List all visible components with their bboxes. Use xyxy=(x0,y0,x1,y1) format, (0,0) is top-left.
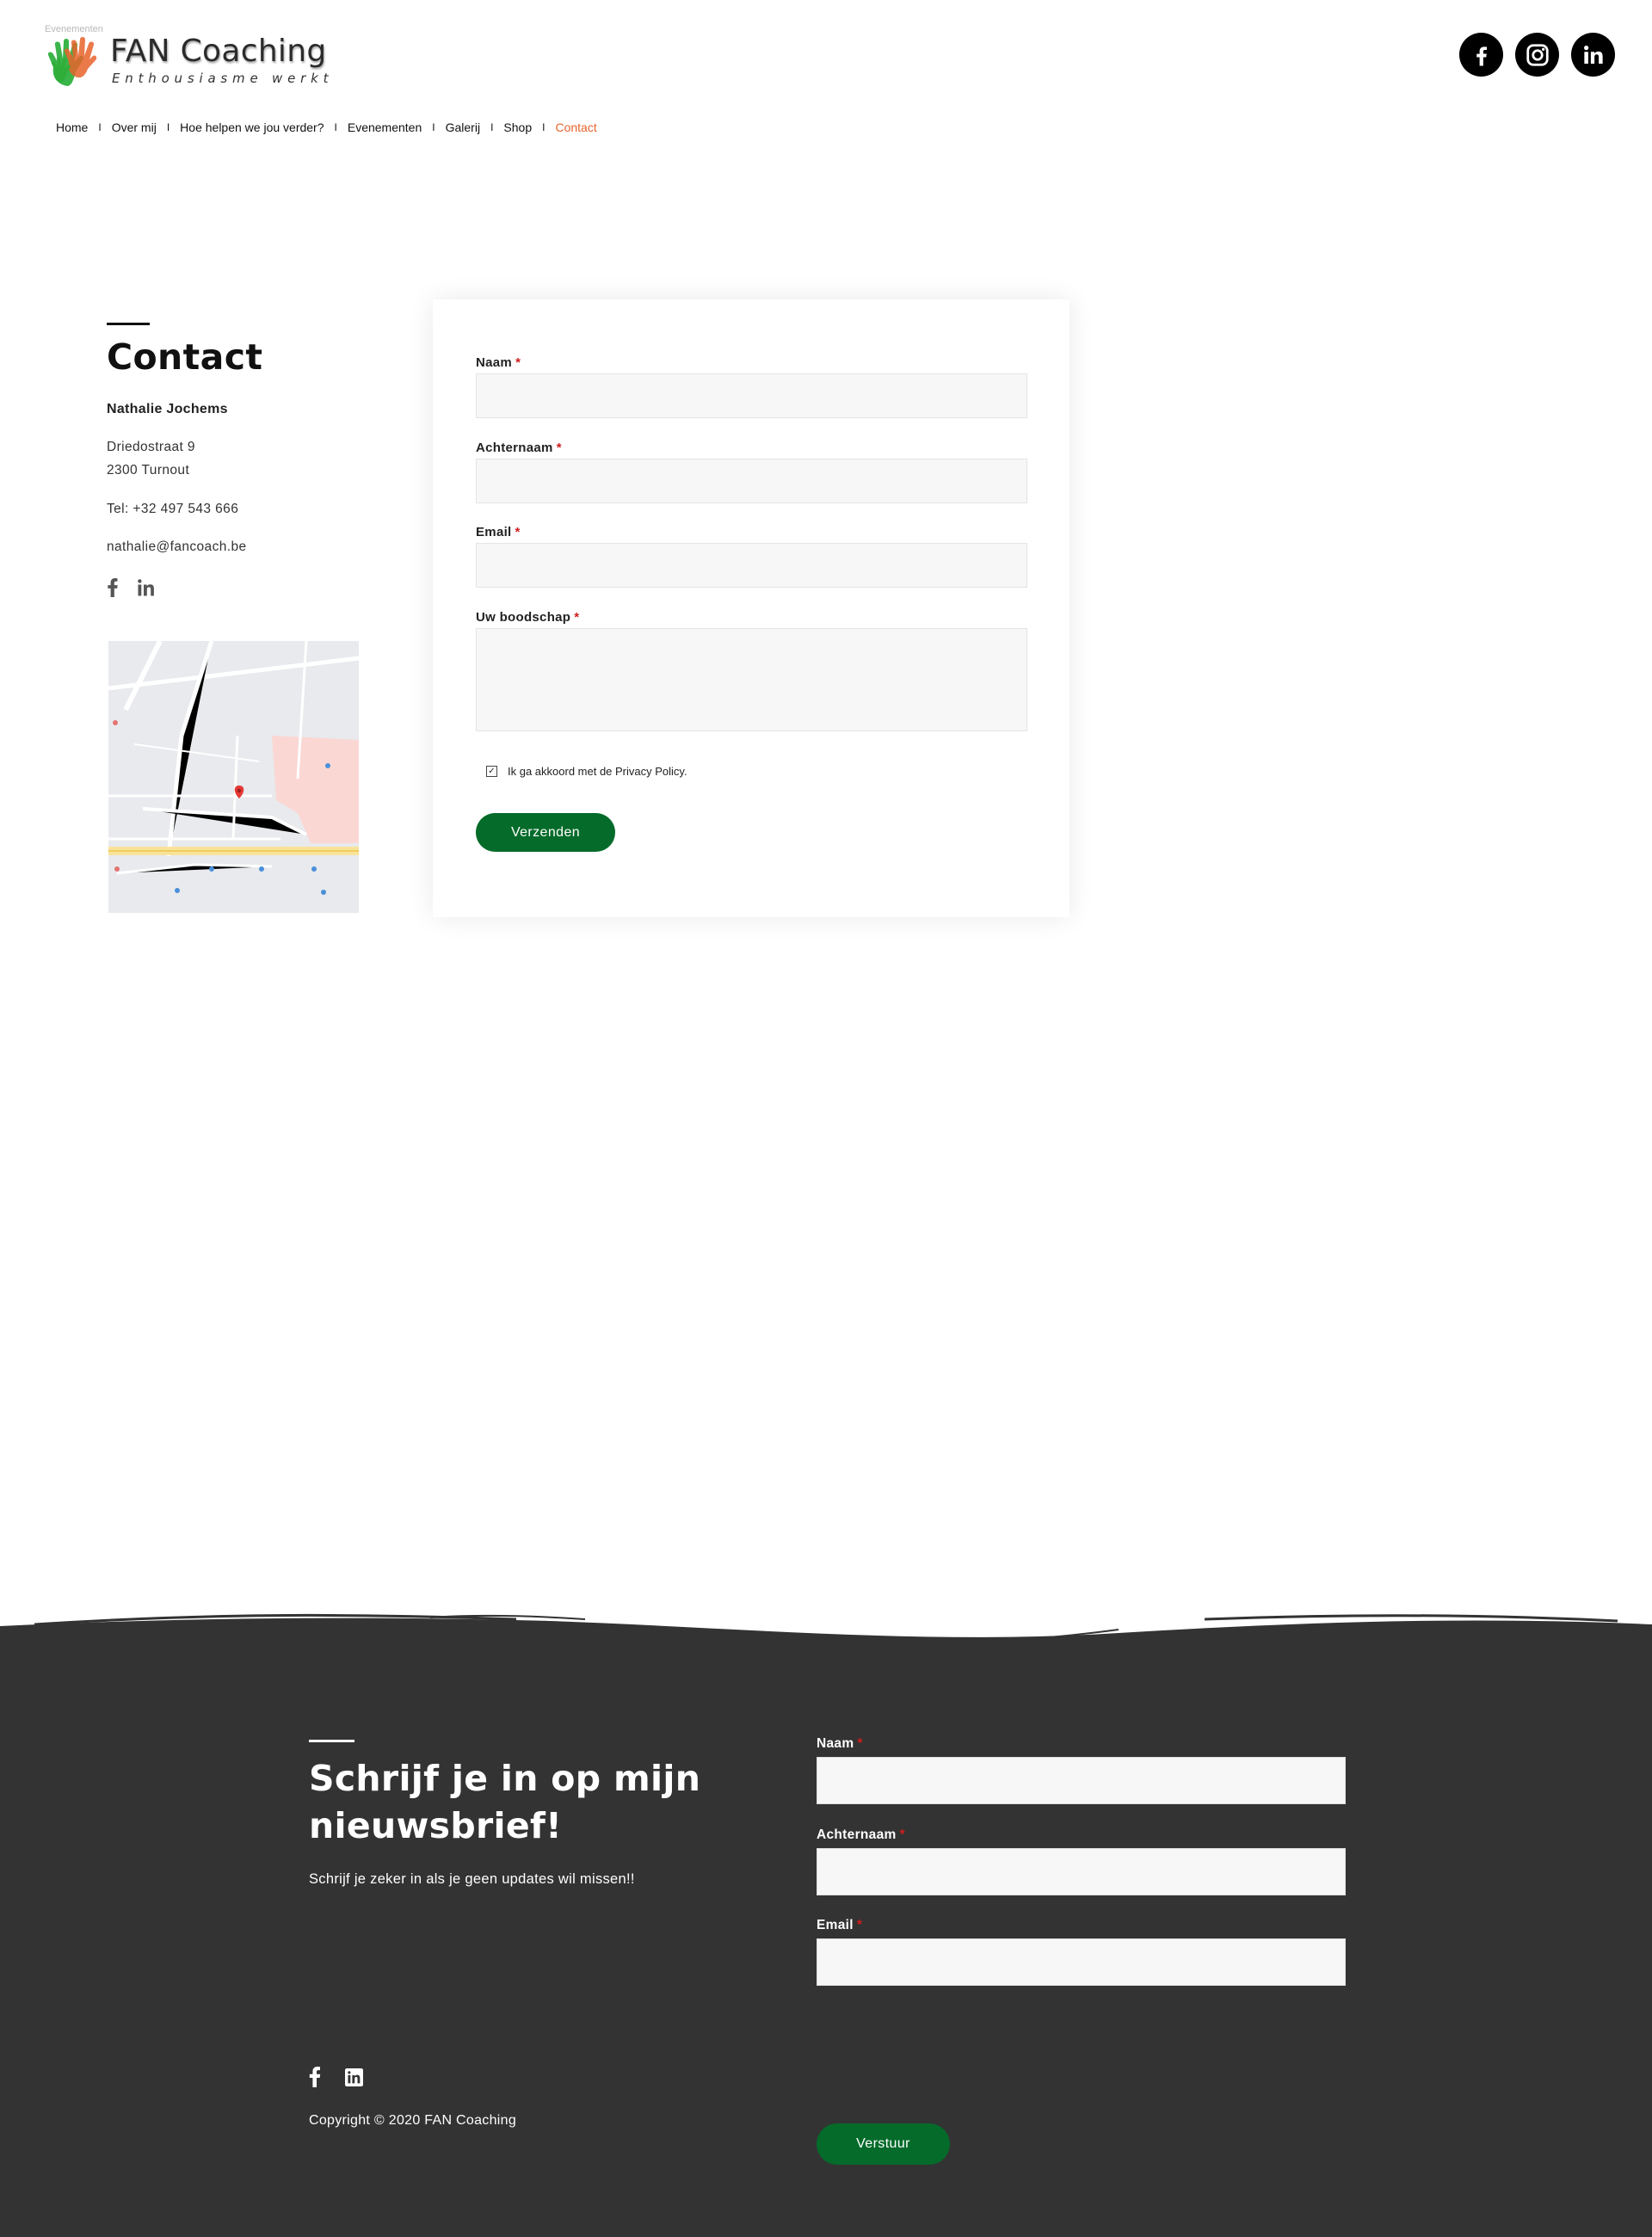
nav-contact[interactable]: Contact xyxy=(555,120,596,134)
logo-tagline: Enthousiasme werkt xyxy=(112,71,334,86)
newsletter-accent-line xyxy=(309,1740,354,1742)
privacy-consent: ✓ Ik ga akkoord met de Privacy Policy. xyxy=(486,765,687,778)
achternaam-input[interactable] xyxy=(476,459,1027,503)
nav-galerij[interactable]: Galerij xyxy=(446,120,480,134)
nav-evenementen[interactable]: Evenementen xyxy=(348,120,422,134)
nav-hoe-helpen[interactable]: Hoe helpen we jou verder? xyxy=(180,120,324,134)
achternaam-label: Achternaam * xyxy=(476,441,562,455)
site-logo[interactable]: FAN Coaching Enthousiasme werkt xyxy=(43,33,333,89)
nav-home[interactable]: Home xyxy=(56,120,88,134)
header-social-links xyxy=(1459,33,1615,77)
nav-over-mij[interactable]: Over mij xyxy=(112,120,157,134)
nav-separator: I xyxy=(432,121,435,133)
main-navigation: Home I Over mij I Hoe helpen we jou verd… xyxy=(56,120,597,134)
linkedin-icon[interactable] xyxy=(345,2068,363,2086)
linkedin-icon[interactable] xyxy=(138,579,155,596)
newsletter-email-label: Email * xyxy=(817,1918,863,1932)
facebook-icon[interactable] xyxy=(309,2067,321,2087)
nav-separator: I xyxy=(490,121,494,133)
contact-info: Contact Nathalie Jochems Driedostraat 9 … xyxy=(107,323,365,597)
newsletter-email-input[interactable] xyxy=(817,1938,1346,1986)
newsletter-title: Schrijf je in op mijn nieuwsbrief! xyxy=(309,1758,701,1846)
privacy-label[interactable]: Ik ga akkoord met de Privacy Policy. xyxy=(508,765,687,778)
nav-shop[interactable]: Shop xyxy=(503,120,532,134)
newsletter-achternaam-label: Achternaam * xyxy=(817,1827,905,1842)
message-textarea[interactable] xyxy=(476,628,1027,731)
copyright-text: Copyright © 2020 FAN Coaching xyxy=(309,2113,517,2128)
instagram-icon[interactable] xyxy=(1515,33,1559,77)
newsletter-achternaam-input[interactable] xyxy=(817,1848,1346,1895)
map-graphic xyxy=(108,641,359,913)
newsletter-submit-button[interactable]: Verstuur xyxy=(817,2123,950,2165)
nav-separator: I xyxy=(334,121,337,133)
page-title: Contact xyxy=(107,336,263,378)
privacy-checkbox[interactable]: ✓ xyxy=(486,766,497,777)
newsletter-subtitle: Schrijf je zeker in als je geen updates … xyxy=(309,1871,635,1887)
footer-social-links xyxy=(309,2067,363,2087)
location-map[interactable] xyxy=(108,641,359,913)
newsletter-naam-label: Naam * xyxy=(817,1736,863,1751)
email-input[interactable] xyxy=(476,543,1027,588)
contact-phone[interactable]: Tel: +32 497 543 666 xyxy=(107,502,365,517)
title-accent-line xyxy=(107,323,150,325)
nav-separator: I xyxy=(98,121,102,133)
contact-street: Driedostraat 9 xyxy=(107,440,195,454)
naam-input[interactable] xyxy=(476,373,1027,418)
contact-name: Nathalie Jochems xyxy=(107,402,228,416)
facebook-icon[interactable] xyxy=(107,578,119,597)
facebook-icon[interactable] xyxy=(1459,33,1503,77)
newsletter-naam-input[interactable] xyxy=(817,1757,1346,1804)
contact-social-links xyxy=(107,578,365,597)
newsletter-intro: Schrijf je in op mijn nieuwsbrief! Schri… xyxy=(309,1740,705,1892)
naam-label: Naam * xyxy=(476,355,521,370)
nav-separator: I xyxy=(166,121,170,133)
linkedin-icon[interactable] xyxy=(1571,33,1615,77)
submit-button[interactable]: Verzenden xyxy=(476,813,615,852)
contact-city: 2300 Turnout xyxy=(107,463,190,478)
hands-logo-icon xyxy=(47,37,97,86)
email-label: Email * xyxy=(476,525,521,539)
logo-title: FAN Coaching xyxy=(110,34,327,69)
contact-form: Naam * Achternaam * Email * Uw boodschap * ✓… xyxy=(433,299,1069,917)
nav-separator: I xyxy=(542,121,546,133)
contact-email-link[interactable]: nathalie@fancoach.be xyxy=(107,539,365,555)
message-label: Uw boodschap * xyxy=(476,610,580,625)
